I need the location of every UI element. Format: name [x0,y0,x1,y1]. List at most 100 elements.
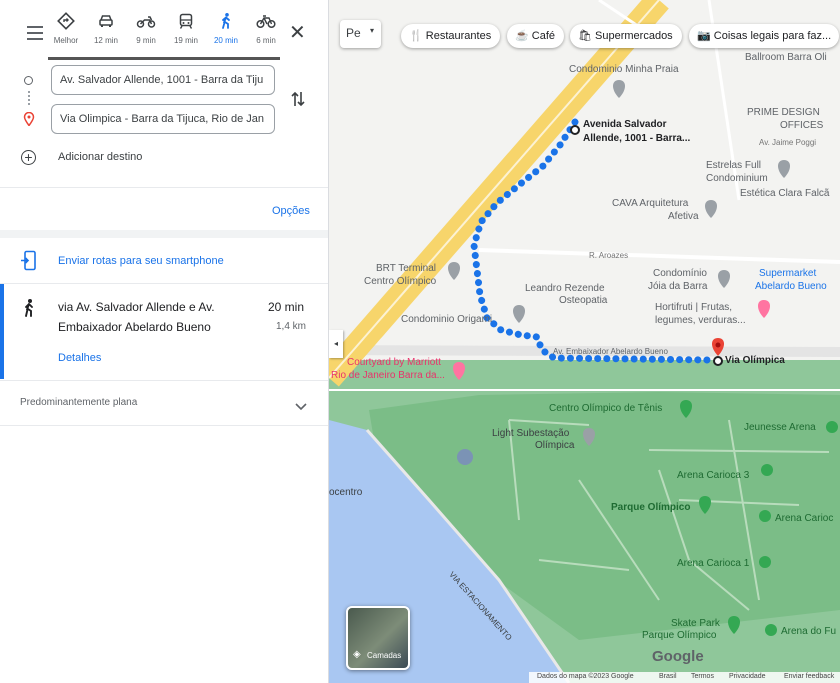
map-label-estrelas-line1[interactable]: Estrelas Full [706,160,761,171]
coffee-icon: ☕ [515,30,529,42]
map-label-courtyard-line1[interactable]: Courtyard by Marriott [347,357,441,368]
add-destination-icon[interactable]: + [21,150,36,165]
map-label-carioca1[interactable]: Arena Carioca 1 [677,558,749,569]
shopping-bag-icon: 🛍 [578,30,592,42]
origin-input[interactable]: Av. Salvador Allende, 1001 - Barra da Ti… [51,65,275,95]
map-label-joia-line2[interactable]: Jóia da Barra [648,281,707,292]
route-summary-line1: via Av. Salvador Allende e Av. [58,300,215,314]
map-label-cava-line2[interactable]: Afetiva [668,211,699,222]
destination-input[interactable]: Via Olimpica - Barra da Tijuca, Rio de J… [51,104,275,134]
map-label-jeunesse[interactable]: Jeunesse Arena [744,422,816,433]
map-label-subestacao-line1[interactable]: Light Subestação [492,428,569,439]
details-link[interactable]: Detalhes [58,352,101,364]
map-label-hortifruti-line1[interactable]: Hortifruti | Frutas, [655,302,732,313]
mode-motorcycle-label: 9 min [136,36,156,45]
layers-button[interactable]: ◈ Camadas [346,606,410,670]
route-summary-line2: Embaixador Abelardo Bueno [58,320,211,334]
map-label-estrelas-line2[interactable]: Condominium [706,173,768,184]
chip-label: Café [531,30,556,42]
search-input[interactable]: Pe [346,26,361,40]
map-background [329,0,840,683]
chip-label: Supermercados [595,30,673,42]
map-label-aroazes: R. Aroazes [589,251,629,260]
map-label-subestacao-line2[interactable]: Olímpica [535,440,574,451]
map-label-arena-fu[interactable]: Arena do Fu [781,626,836,637]
map-label-tenis[interactable]: Centro Olímpico de Tênis [549,403,662,414]
map-label-parque-olimpico[interactable]: Parque Olímpico [611,502,690,513]
map-label-cava-line1[interactable]: CAVA Arquitetura [612,198,688,209]
google-logo: Google [652,648,704,665]
chevron-down-icon[interactable] [295,398,307,416]
map-label-brt-line2[interactable]: Centro Olímpico [364,276,436,287]
map-label-brt-line1[interactable]: BRT Terminal [376,263,436,274]
map-label-skate-line1[interactable]: Skate Park [671,618,720,629]
privacy-link[interactable]: Privacidade [729,673,766,680]
map-label-ballroom[interactable]: Ballroom Barra Oli [745,52,827,63]
route-option[interactable]: via Av. Salvador Allende e Av. Embaixado… [0,284,328,379]
chip-things-to-do[interactable]: 📷 Coisas legais para faz... [689,24,839,48]
section-separator [0,230,328,238]
close-icon[interactable]: ✕ [289,23,306,43]
route-duration: 20 min [268,300,305,314]
map-label-prime-design-line2[interactable]: OFFICES [780,120,823,131]
map-label-joia-line1[interactable]: Condomínio [653,268,707,279]
map-label-carioca3[interactable]: Arena Carioca 3 [677,470,749,481]
chip-label: Coisas legais para faz... [713,30,832,42]
terms-link[interactable]: Termos [691,673,714,680]
best-route-icon [46,12,86,34]
map-label-courtyard-line2[interactable]: Rio de Janeiro Barra da... [331,370,445,381]
map-canvas[interactable]: Pe ▾ 🍴 Restaurantes ☕ Café 🛍 Supermercad… [329,0,840,683]
mode-motorcycle[interactable]: 9 min [126,12,166,54]
map-label-centro: ocentro [329,487,363,498]
phone-icon[interactable] [20,250,38,277]
map-label-hortifruti-line2[interactable]: legumes, verduras... [655,315,746,326]
origin-dot-icon [24,76,33,85]
map-label-origami[interactable]: Condominio Origami [401,314,492,325]
restaurant-icon: 🍴 [409,30,423,42]
map-label-origin-line2[interactable]: Allende, 1001 - Barra... [583,133,690,144]
map-label-estetica[interactable]: Estética Clara Falcã [740,188,829,199]
search-box[interactable]: Pe ▾ [340,20,381,48]
mode-bike[interactable]: 6 min [246,12,286,54]
country-label[interactable]: Brasil [659,673,677,680]
map-label-via-olimpica[interactable]: Via Olímpica [725,355,785,366]
send-to-phone-link[interactable]: Enviar rotas para seu smartphone [58,255,224,267]
mode-bike-label: 6 min [256,36,276,45]
swap-icon[interactable] [290,90,306,113]
map-label-skate-line2[interactable]: Parque Olímpico [642,630,716,641]
map-label-jaime-poggi: Av. Jaime Poggi [759,138,817,147]
dropdown-icon[interactable]: ▾ [370,26,374,35]
options-link[interactable]: Opções [272,205,310,217]
directions-panel: Melhor 12 min 9 min 19 min 20 min 6 min … [0,0,329,683]
route-distance: 1,4 km [276,321,307,332]
collapse-panel-button[interactable]: ◂ [329,330,343,358]
chip-restaurants[interactable]: 🍴 Restaurantes [401,24,501,48]
feedback-link[interactable]: Enviar feedback [784,673,834,680]
chip-supermarkets[interactable]: 🛍 Supermercados [570,24,682,48]
transit-icon [166,12,206,34]
map-label-prime-design-line1[interactable]: PRIME DESIGN [747,107,820,118]
map-label-origin-line1[interactable]: Avenida Salvador [583,119,667,130]
map-label-minha-praia[interactable]: Condominio Minha Praia [569,64,679,75]
map-label-leandro-line2[interactable]: Osteopatia [559,295,607,306]
map-label-arena-carioca[interactable]: Arena Carioc [775,513,833,524]
chip-cafe[interactable]: ☕ Café [507,24,565,48]
route-dots [28,91,32,105]
map-label-supermarket-line2[interactable]: Abelardo Bueno [755,281,827,292]
bicycle-icon [246,12,286,34]
divider [0,380,328,381]
mode-car[interactable]: 12 min [86,12,126,54]
map-label-leandro-line1[interactable]: Leandro Rezende [525,283,605,294]
mode-walk[interactable]: 20 min [206,12,246,54]
divider [0,425,328,426]
selected-route-bar [0,284,4,379]
mode-best[interactable]: Melhor [46,12,86,54]
map-data-credit: Dados do mapa ©2023 Google [537,673,634,680]
layers-label: Camadas [367,651,402,660]
mode-transit[interactable]: 19 min [166,12,206,54]
add-destination-label[interactable]: Adicionar destino [58,151,142,163]
map-footer: Dados do mapa ©2023 Google Brasil Termos… [529,672,840,683]
car-icon [86,12,126,34]
walk-icon [20,298,38,323]
map-label-supermarket-line1[interactable]: Supermarket [759,268,816,279]
